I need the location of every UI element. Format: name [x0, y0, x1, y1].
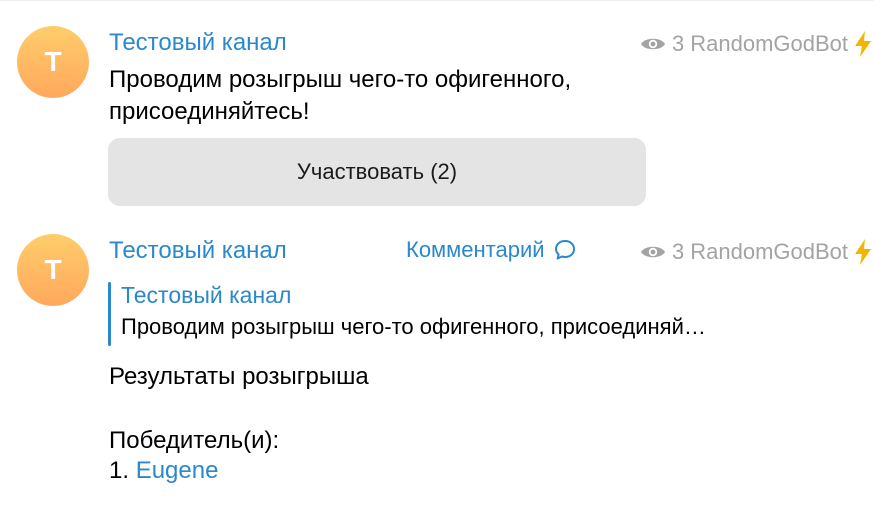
- comment-label: Комментарий: [406, 237, 545, 262]
- reply-text: Проводим розыгрыш чего-то офигенного, пр…: [121, 314, 706, 339]
- winner-number: 1.: [109, 457, 130, 484]
- message-2: T Тестовый канал Комментарий 3 RandomGod…: [0, 220, 874, 510]
- winner-item: 1. Eugene: [109, 455, 218, 487]
- lightning-icon: [855, 239, 871, 265]
- channel-avatar[interactable]: T: [17, 234, 89, 306]
- reply-quote[interactable]: Тестовый канал Проводим розыгрыш чего-то…: [108, 282, 874, 346]
- result-title: Результаты розыгрыша: [109, 363, 369, 390]
- reply-author: Тестовый канал: [121, 282, 292, 308]
- channel-avatar[interactable]: T: [17, 26, 89, 98]
- via-bot-name[interactable]: RandomGodBot: [690, 31, 848, 57]
- eye-icon: [640, 38, 665, 50]
- comment-bubble-icon: [554, 240, 575, 260]
- lightning-icon: [855, 31, 871, 57]
- views-count: 3: [671, 239, 685, 264]
- comment-link[interactable]: Комментарий: [406, 237, 577, 263]
- message-meta: 3 RandomGodBot: [640, 238, 874, 266]
- winner-link[interactable]: Eugene: [136, 457, 219, 484]
- message-1: T Тестовый канал 3 RandomGodBot Проводим…: [0, 0, 874, 220]
- participate-button[interactable]: Участвовать (2): [108, 138, 646, 206]
- message-author[interactable]: Тестовый канал: [109, 237, 287, 265]
- message-text-line-2: присоединяйтесь!: [109, 98, 310, 125]
- eye-icon: [640, 246, 665, 258]
- message-text-line-1: Проводим розыгрыш чего-то офигенного,: [109, 66, 572, 93]
- via-bot-name[interactable]: RandomGodBot: [690, 239, 848, 265]
- message-author[interactable]: Тестовый канал: [109, 29, 287, 57]
- winners-label: Победитель(и):: [109, 427, 280, 454]
- reply-accent-bar: [108, 282, 111, 346]
- views-count: 3: [671, 31, 685, 56]
- message-meta: 3 RandomGodBot: [640, 30, 874, 58]
